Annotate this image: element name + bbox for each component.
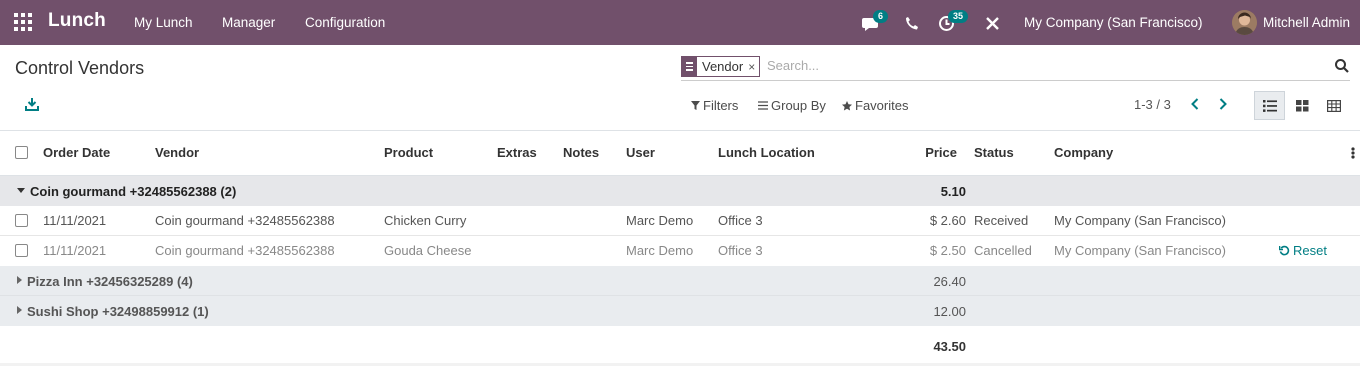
table-row[interactable]: 11/11/2021 Coin gourmand +32485562388 Go… (0, 236, 1360, 266)
pager-value[interactable]: 1-3 / 3 (1134, 97, 1171, 112)
cell-user: Marc Demo (626, 243, 694, 258)
tools-icon (986, 17, 999, 30)
column-header-lunch-location[interactable]: Lunch Location (718, 145, 815, 160)
filter-icon (691, 101, 700, 110)
filters-button[interactable]: Filters (691, 98, 738, 113)
cell-company: My Company (San Francisco) (1054, 213, 1226, 228)
group-row[interactable]: Pizza Inn +32456325289 (4) 26.40 (0, 266, 1360, 296)
column-header-extras[interactable]: Extras (497, 145, 537, 160)
caret-down-icon (17, 188, 25, 193)
user-menu[interactable]: Mitchell Admin (1263, 15, 1350, 30)
optional-columns-icon[interactable] (1350, 146, 1356, 160)
phone-icon (906, 17, 918, 30)
column-header-user[interactable]: User (626, 145, 655, 160)
cell-user: Marc Demo (626, 213, 694, 228)
control-panel-divider (0, 130, 1360, 131)
list-footer: 43.50 (0, 326, 1360, 366)
group-by-button[interactable]: Group By (758, 98, 826, 113)
column-header-company[interactable]: Company (1054, 145, 1113, 160)
select-all-checkbox[interactable] (15, 146, 28, 159)
group-total: 12.00 (933, 304, 966, 319)
cell-company: My Company (San Francisco) (1054, 243, 1226, 258)
column-header-notes[interactable]: Notes (563, 145, 599, 160)
company-switcher[interactable]: My Company (San Francisco) (1024, 15, 1203, 30)
facet-remove-icon[interactable]: × (748, 60, 759, 74)
group-label: Sushi Shop +32498859912 (1) (27, 304, 209, 319)
reset-button[interactable]: Reset (1279, 243, 1327, 258)
activities-button[interactable]: 35 (938, 10, 969, 33)
group-row[interactable]: Coin gourmand +32485562388 (2) 5.10 (0, 176, 1360, 206)
download-icon[interactable] (24, 96, 40, 112)
kanban-view-button[interactable] (1286, 91, 1317, 120)
column-header-status[interactable]: Status (974, 145, 1014, 160)
undo-icon (1279, 245, 1290, 256)
cell-order-date: 11/11/2021 (43, 243, 107, 258)
cell-price: $ 2.60 (929, 213, 966, 228)
avatar-image (1232, 10, 1257, 35)
favorites-button[interactable]: Favorites (842, 98, 908, 113)
search-bar: Vendor × (681, 55, 1350, 81)
group-by-label: Group By (771, 98, 826, 113)
table-grid-icon (1327, 100, 1341, 112)
caret-right-icon (17, 276, 22, 284)
column-header-price[interactable]: Price (900, 145, 957, 160)
debug-tools-button[interactable] (985, 13, 1001, 33)
cell-lunch-location: Office 3 (718, 243, 763, 258)
pager-previous-icon[interactable] (1188, 96, 1202, 112)
row-checkbox[interactable] (15, 214, 28, 227)
search-facet: Vendor × (681, 56, 761, 77)
column-header-vendor[interactable]: Vendor (155, 145, 199, 160)
list-view-icon (1263, 100, 1277, 112)
cell-product: Chicken Curry (384, 213, 467, 228)
star-icon (842, 100, 852, 110)
cell-order-date: 11/11/2021 (43, 213, 107, 228)
group-total: 5.10 (940, 184, 966, 199)
top-navbar: Lunch My Lunch Manager Configuration 6 3… (0, 0, 1360, 45)
group-label: Pizza Inn +32456325289 (4) (27, 274, 193, 289)
phone-button[interactable] (905, 13, 921, 33)
cell-vendor: Coin gourmand +32485562388 (155, 243, 335, 258)
app-name[interactable]: Lunch (48, 10, 106, 32)
group-by-icon (758, 101, 768, 110)
menu-my-lunch[interactable]: My Lunch (134, 15, 193, 30)
cell-status: Cancelled (974, 243, 1032, 258)
cell-status: Received (974, 213, 1029, 228)
group-by-facet-icon (682, 56, 697, 77)
cell-price: $ 2.50 (929, 243, 966, 258)
row-checkbox[interactable] (15, 244, 28, 257)
cell-product: Gouda Cheese (384, 243, 472, 258)
reset-label: Reset (1293, 243, 1327, 258)
favorites-label: Favorites (855, 98, 909, 113)
pivot-view-button[interactable] (1317, 91, 1348, 120)
search-icon[interactable] (1334, 58, 1350, 74)
messages-button[interactable]: 6 (861, 10, 889, 33)
page-title: Control Vendors (15, 58, 145, 78)
activities-count-badge: 35 (948, 10, 969, 23)
pager-next-icon[interactable] (1216, 96, 1230, 112)
apps-menu-icon[interactable] (14, 13, 32, 31)
cell-vendor: Coin gourmand +32485562388 (155, 213, 335, 228)
filters-label: Filters (703, 98, 739, 113)
user-avatar[interactable] (1232, 10, 1257, 35)
cell-lunch-location: Office 3 (718, 213, 763, 228)
menu-manager[interactable]: Manager (222, 15, 275, 30)
search-input[interactable] (767, 58, 1327, 73)
caret-right-icon (17, 306, 22, 314)
table-row[interactable]: 11/11/2021 Coin gourmand +32485562388 Ch… (0, 206, 1360, 236)
group-total: 26.40 (933, 274, 966, 289)
kanban-view-icon (1296, 100, 1309, 112)
grand-total: 43.50 (933, 339, 966, 354)
menu-configuration[interactable]: Configuration (305, 15, 385, 30)
column-header-product[interactable]: Product (384, 145, 433, 160)
messages-count-badge: 6 (873, 10, 889, 23)
column-header-order-date[interactable]: Order Date (43, 145, 110, 160)
list-view-button[interactable] (1254, 91, 1285, 120)
facet-value: Vendor (702, 59, 744, 74)
group-label: Coin gourmand +32485562388 (2) (30, 184, 237, 199)
group-row[interactable]: Sushi Shop +32498859912 (1) 12.00 (0, 296, 1360, 326)
